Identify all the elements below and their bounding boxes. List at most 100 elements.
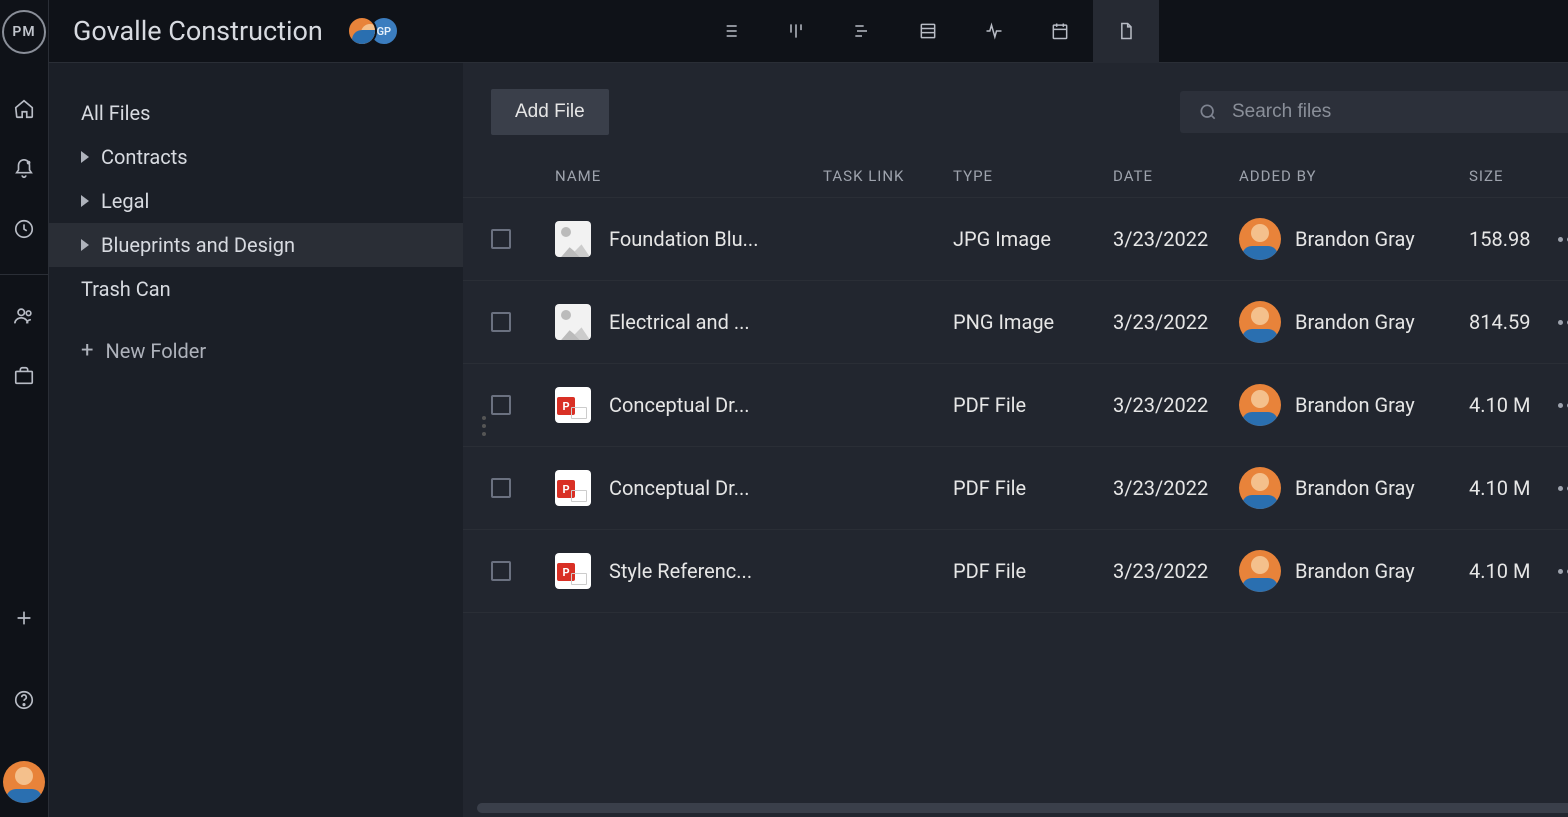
file-date-cell: 3/23/2022 [1113, 559, 1239, 583]
file-type-cell: PDF File [953, 559, 1113, 583]
home-icon[interactable] [3, 88, 45, 130]
folder-item[interactable]: Blueprints and Design [49, 223, 463, 267]
new-folder-button[interactable]: + New Folder [49, 329, 463, 373]
gantt-view-icon[interactable] [829, 0, 895, 63]
sidebar-resize-handle[interactable] [482, 416, 486, 436]
user-avatar [1239, 467, 1281, 509]
added-by-cell: Brandon Gray [1239, 218, 1469, 260]
user-avatar [1239, 218, 1281, 260]
col-name[interactable]: NAME [555, 167, 823, 185]
row-more-icon[interactable] [1545, 569, 1568, 574]
new-folder-label: New Folder [105, 339, 206, 363]
folder-label: Contracts [101, 145, 188, 169]
left-rail: PM [0, 0, 49, 817]
app-logo[interactable]: PM [2, 10, 46, 54]
file-thumbnail: P [555, 470, 591, 506]
calendar-view-icon[interactable] [1027, 0, 1093, 63]
view-tabs [697, 0, 1568, 63]
col-type[interactable]: TYPE [953, 167, 1113, 185]
added-by-cell: Brandon Gray [1239, 550, 1469, 592]
folder-item[interactable]: Contracts [49, 135, 463, 179]
user-avatar [1239, 384, 1281, 426]
added-by-cell: Brandon Gray [1239, 301, 1469, 343]
folder-label: Legal [101, 189, 149, 213]
table-row[interactable]: Electrical and ...PNG Image3/23/2022Bran… [463, 281, 1568, 364]
file-size-cell: 4.10 M [1469, 393, 1545, 417]
top-bar: Govalle Construction GP [49, 0, 1568, 63]
app-root: PM Govalle Cons [0, 0, 1568, 817]
sheet-view-icon[interactable] [895, 0, 961, 63]
folder-label: Blueprints and Design [101, 233, 295, 257]
user-avatar [1239, 301, 1281, 343]
bell-icon[interactable] [3, 148, 45, 190]
member-avatars[interactable]: GP [347, 16, 399, 46]
file-size-cell: 158.98 [1469, 227, 1545, 251]
board-view-icon[interactable] [763, 0, 829, 63]
briefcase-icon[interactable] [3, 355, 45, 397]
file-type-cell: JPG Image [953, 227, 1113, 251]
file-thumbnail: P [555, 553, 591, 589]
member-avatar[interactable] [347, 16, 377, 46]
file-name: Electrical and ... [609, 310, 750, 334]
file-type-cell: PDF File [953, 393, 1113, 417]
table-row[interactable]: P Style Referenc... PDF File3/23/2022Brand… [463, 530, 1568, 613]
file-date-cell: 3/23/2022 [1113, 476, 1239, 500]
row-more-icon[interactable] [1545, 237, 1568, 242]
user-avatar [1239, 550, 1281, 592]
col-task-link[interactable]: TASK LINK [823, 167, 953, 185]
file-name: Style Referenc... [609, 559, 752, 583]
table-row[interactable]: Foundation Blu...JPG Image3/23/2022Brand… [463, 198, 1568, 281]
file-size-cell: 814.59 [1469, 310, 1545, 334]
trash-can-link[interactable]: Trash Can [49, 267, 463, 311]
col-size[interactable]: SIZE [1469, 167, 1545, 185]
list-view-icon[interactable] [697, 0, 763, 63]
file-size-cell: 4.10 M [1469, 559, 1545, 583]
row-checkbox[interactable] [491, 561, 511, 581]
table-header: NAME TASK LINK TYPE DATE ADDED BY SIZE [463, 155, 1568, 198]
file-tree-sidebar: All Files Contracts Legal Blueprints and D… [49, 63, 463, 817]
people-icon[interactable] [3, 295, 45, 337]
row-more-icon[interactable] [1545, 486, 1568, 491]
file-type-cell: PDF File [953, 476, 1113, 500]
added-by-cell: Brandon Gray [1239, 384, 1469, 426]
row-more-icon[interactable] [1545, 320, 1568, 325]
chevron-right-icon [81, 195, 89, 207]
file-size-cell: 4.10 M [1469, 476, 1545, 500]
search-input[interactable] [1232, 101, 1568, 123]
plus-icon: + [81, 340, 93, 362]
rail-divider [0, 274, 48, 275]
file-date-cell: 3/23/2022 [1113, 393, 1239, 417]
file-name: Conceptual Dr... [609, 476, 750, 500]
file-thumbnail [555, 304, 591, 340]
activity-view-icon[interactable] [961, 0, 1027, 63]
row-checkbox[interactable] [491, 312, 511, 332]
table-row[interactable]: PConceptual Dr...PDF File3/23/2022Brando… [463, 364, 1568, 447]
search-box[interactable] [1180, 91, 1568, 133]
horizontal-scrollbar[interactable] [477, 803, 1568, 813]
file-thumbnail: P [555, 387, 591, 423]
add-file-button[interactable]: Add File [491, 89, 609, 135]
files-view-icon[interactable] [1093, 0, 1159, 63]
project-title: Govalle Construction [73, 15, 323, 47]
row-checkbox[interactable] [491, 478, 511, 498]
table-body: Foundation Blu...JPG Image3/23/2022Brand… [463, 198, 1568, 803]
help-icon[interactable] [3, 679, 45, 721]
row-checkbox[interactable] [491, 395, 511, 415]
clock-icon[interactable] [3, 208, 45, 250]
table-row[interactable]: PConceptual Dr...PDF File3/23/2022Brando… [463, 447, 1568, 530]
content-area: Govalle Construction GP All Files Contra… [49, 0, 1568, 817]
body: All Files Contracts Legal Blueprints and D… [49, 63, 1568, 817]
all-files-link[interactable]: All Files [49, 91, 463, 135]
plus-icon[interactable] [3, 597, 45, 639]
folder-item[interactable]: Legal [49, 179, 463, 223]
row-more-icon[interactable] [1545, 403, 1568, 408]
chevron-right-icon [81, 239, 89, 251]
file-type-cell: PNG Image [953, 310, 1113, 334]
col-added-by[interactable]: ADDED BY [1239, 167, 1469, 185]
row-checkbox[interactable] [491, 229, 511, 249]
chevron-right-icon [81, 151, 89, 163]
file-date-cell: 3/23/2022 [1113, 227, 1239, 251]
file-toolbar: Add File [463, 63, 1568, 155]
current-user-avatar[interactable] [3, 761, 45, 803]
col-date[interactable]: DATE [1113, 167, 1239, 185]
